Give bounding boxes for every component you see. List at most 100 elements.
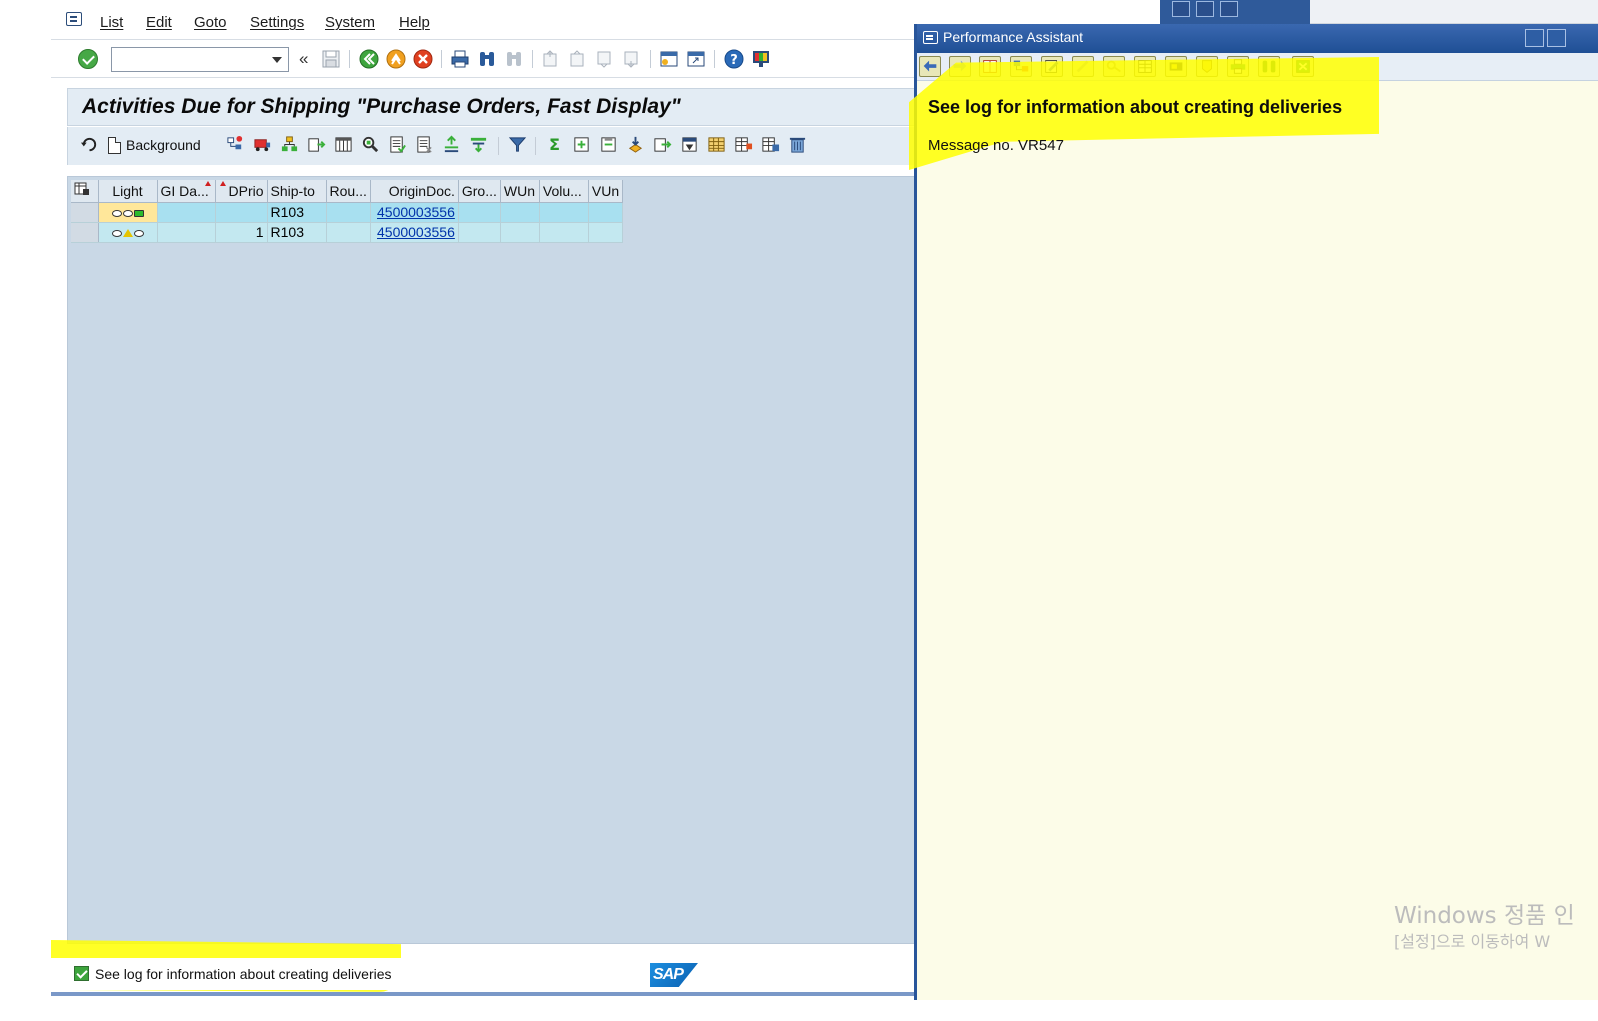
status-message[interactable]: See log for information about creating d… xyxy=(95,966,392,982)
pa-maximize-button[interactable] xyxy=(1547,29,1566,47)
row-selector[interactable] xyxy=(71,222,99,243)
column-header-gross-weight[interactable]: Gro... xyxy=(458,180,501,203)
separator xyxy=(349,50,350,68)
sort-descending-icon[interactable] xyxy=(469,135,488,154)
column-header-weight-unit[interactable]: WUn xyxy=(500,180,540,203)
bg-maximize-button[interactable] xyxy=(1196,1,1214,17)
windows-activation-watermark-subtext: [설정]으로 이동하여 W xyxy=(1394,932,1551,951)
menu-help[interactable]: Help xyxy=(399,14,430,31)
gi-date-cell xyxy=(157,222,216,243)
background-button[interactable]: Background xyxy=(108,133,201,157)
spreadsheet-icon[interactable] xyxy=(707,135,726,154)
help-icon[interactable]: ? xyxy=(724,49,744,69)
last-page-icon[interactable] xyxy=(622,49,642,69)
menu-system[interactable]: System xyxy=(325,14,375,31)
column-header-volume[interactable]: Volu... xyxy=(539,180,589,203)
layout-icon[interactable] xyxy=(680,135,699,154)
collapse-icon[interactable] xyxy=(599,135,618,154)
column-header-volume-unit[interactable]: VUn xyxy=(588,180,624,203)
separator xyxy=(441,50,442,68)
create-session-icon[interactable] xyxy=(659,49,679,69)
background-window-titlebar xyxy=(1160,0,1310,24)
gross-weight-cell xyxy=(458,202,501,223)
performance-assistant-window: Performance Assistant See log for inform… xyxy=(909,24,1598,1000)
origin-doc-link[interactable]: 4500003556 xyxy=(377,224,455,240)
structure-icon[interactable] xyxy=(280,135,299,154)
details-icon[interactable] xyxy=(361,135,380,154)
exit-icon[interactable] xyxy=(386,49,406,69)
column-header-route[interactable]: Rou... xyxy=(326,180,371,203)
next-page-icon[interactable] xyxy=(595,49,615,69)
export-icon[interactable] xyxy=(626,135,645,154)
menu-icon[interactable] xyxy=(66,12,82,26)
deselect-all-icon[interactable] xyxy=(415,135,434,154)
customize-layout-icon[interactable] xyxy=(751,49,771,69)
select-all-icon[interactable] xyxy=(388,135,407,154)
choose-layout-icon[interactable] xyxy=(734,135,753,154)
collapse-command-icon[interactable]: « xyxy=(299,49,308,69)
bg-minimize-button[interactable] xyxy=(1172,1,1190,17)
menu-goto[interactable]: Goto xyxy=(194,14,227,31)
layout-settings-icon[interactable] xyxy=(74,182,90,196)
volume-unit-cell xyxy=(588,202,624,223)
page-title: Activities Due for Shipping "Purchase Or… xyxy=(82,95,681,118)
previous-page-icon[interactable] xyxy=(568,49,588,69)
enter-button[interactable] xyxy=(78,49,98,69)
origin-doc-link[interactable]: 4500003556 xyxy=(377,204,455,220)
command-field[interactable] xyxy=(111,47,289,72)
shortcut-icon[interactable] xyxy=(686,49,706,69)
find-icon[interactable] xyxy=(477,49,497,69)
column-header-ship-to[interactable]: Ship-to xyxy=(267,180,327,203)
column-header-light[interactable]: Light xyxy=(98,180,158,203)
menu-list[interactable]: List xyxy=(100,14,123,31)
menu-edit[interactable]: Edit xyxy=(146,14,172,31)
row-selector[interactable] xyxy=(71,202,99,223)
sort-indicator-icon xyxy=(204,181,211,186)
hierarchy-icon[interactable] xyxy=(226,135,245,154)
columns-icon[interactable] xyxy=(334,135,353,154)
filter-icon[interactable] xyxy=(508,135,527,154)
document-flow-icon[interactable] xyxy=(307,135,326,154)
svg-text:Σ: Σ xyxy=(549,135,560,154)
gross-weight-cell xyxy=(458,222,501,243)
chevron-down-icon[interactable] xyxy=(272,57,282,63)
first-page-icon[interactable] xyxy=(541,49,561,69)
bg-close-button[interactable] xyxy=(1220,1,1238,17)
back-arrow-icon[interactable] xyxy=(919,56,941,77)
table-row[interactable]: R103 4500003556 xyxy=(71,202,624,223)
send-icon[interactable] xyxy=(653,135,672,154)
sort-indicator-icon xyxy=(219,181,226,186)
refresh-icon[interactable] xyxy=(80,135,99,154)
back-icon[interactable] xyxy=(359,49,379,69)
subtotal-icon[interactable] xyxy=(572,135,591,154)
success-icon xyxy=(74,966,89,981)
save-layout-icon[interactable] xyxy=(761,135,780,154)
find-next-icon[interactable] xyxy=(504,49,524,69)
pa-title: Performance Assistant xyxy=(943,29,1084,45)
column-header-dprio[interactable]: DPrio xyxy=(215,180,268,203)
volume-cell xyxy=(539,222,589,243)
menu-bar: List Edit Goto Settings System Help xyxy=(51,0,917,40)
traffic-light-green-icon xyxy=(111,209,144,217)
volume-cell xyxy=(539,202,589,223)
weight-unit-cell xyxy=(500,222,540,243)
column-header-gi-date[interactable]: GI Da... xyxy=(157,180,216,203)
transport-icon[interactable] xyxy=(253,135,272,154)
separator xyxy=(535,137,536,155)
layout-settings-cell[interactable] xyxy=(71,180,99,203)
table-row[interactable]: 1 R103 4500003556 xyxy=(71,222,624,243)
sort-ascending-icon[interactable] xyxy=(442,135,461,154)
separator xyxy=(532,50,533,68)
sap-main-window: List Edit Goto Settings System Help « ? … xyxy=(51,0,917,1000)
pa-titlebar: Performance Assistant xyxy=(917,24,1598,53)
column-header-origin-doc[interactable]: OriginDoc. xyxy=(370,180,459,203)
print-icon[interactable] xyxy=(450,49,470,69)
cancel-icon[interactable] xyxy=(413,49,433,69)
delete-icon[interactable] xyxy=(788,135,807,154)
menu-settings[interactable]: Settings xyxy=(250,14,304,31)
pa-message-heading: See log for information about creating d… xyxy=(928,97,1343,117)
pa-minimize-button[interactable] xyxy=(1525,29,1544,47)
total-icon[interactable]: Σ xyxy=(545,135,564,154)
save-icon[interactable] xyxy=(321,49,341,69)
weight-unit-cell xyxy=(500,202,540,223)
